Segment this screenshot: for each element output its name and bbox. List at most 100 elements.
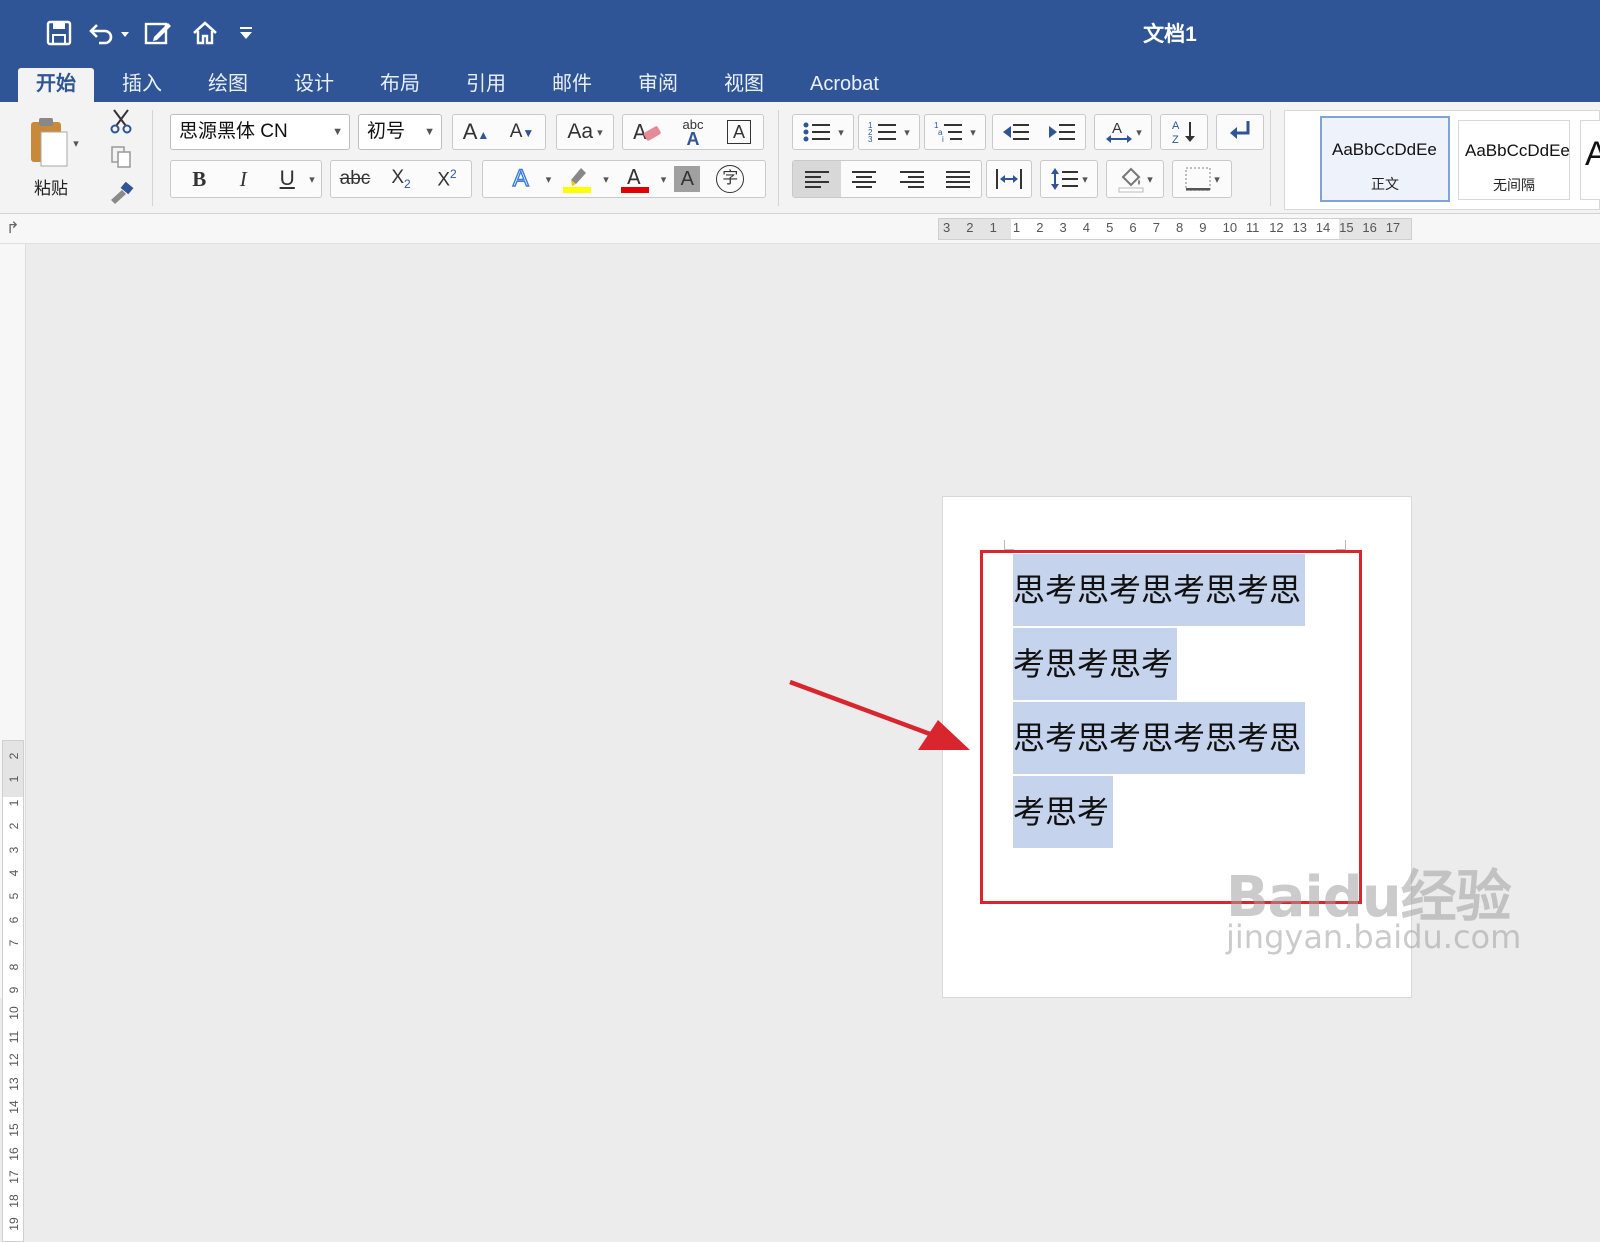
ribbon-home: ▾ 粘贴 思源黑体 CN ▼ 初号 ▼ A▲ A▼ Aa ▾ A abc A A B [0, 102, 1600, 214]
strikethrough-button[interactable]: abc [332, 168, 378, 190]
paste-dropdown-icon[interactable]: ▾ [73, 137, 79, 150]
style-heading-partial[interactable]: A [1580, 120, 1600, 200]
ruler-number: 14 [1315, 220, 1331, 235]
align-right-icon [899, 171, 924, 188]
paste-button[interactable]: ▾ [18, 112, 88, 174]
numbering-button[interactable]: 123 ▾ [858, 114, 920, 150]
ruler-number: 17 [1385, 220, 1401, 235]
align-left-button[interactable] [793, 161, 841, 197]
enclose-char-label: 字 [716, 165, 745, 193]
svg-text:A: A [1172, 120, 1180, 132]
ruler-number: 8 [1176, 220, 1184, 235]
tab-acrobat[interactable]: Acrobat [792, 68, 897, 102]
char-shading-button[interactable]: A [666, 166, 708, 192]
horizontal-ruler[interactable]: 3 2 1 1 2 3 4 5 6 7 8 9 10 11 12 13 14 15 16 17 [938, 218, 1412, 240]
font-size-select[interactable]: 初号 ▼ [358, 114, 442, 150]
home-icon[interactable] [186, 16, 224, 50]
tab-layout[interactable]: 布局 [362, 68, 438, 102]
tab-review[interactable]: 审阅 [620, 68, 696, 102]
chevron-down-icon: ▼ [332, 126, 343, 138]
superscript-button[interactable]: X2 [424, 167, 470, 191]
justify-button[interactable] [936, 170, 982, 188]
style-sample: AaBbCcDdEe [1332, 140, 1437, 159]
highlighter-icon [563, 168, 592, 193]
ruler-number: 19 [7, 1217, 21, 1231]
clear-format-button[interactable]: A [624, 119, 670, 145]
align-right-button[interactable] [888, 170, 936, 188]
tab-references[interactable]: 引用 [448, 68, 524, 102]
underline-button[interactable]: U [265, 167, 309, 191]
increase-indent-button[interactable] [1039, 121, 1085, 143]
line-spacing-icon [1051, 168, 1079, 190]
align-center-icon [852, 171, 877, 188]
shading-button[interactable]: ▾ [1106, 160, 1164, 198]
underline-dropdown-icon[interactable]: ▾ [309, 173, 315, 186]
ruler-number: 8 [7, 963, 21, 970]
enclose-char-button[interactable]: 字 [708, 165, 752, 193]
undo-icon[interactable] [86, 16, 132, 50]
spelling-button[interactable]: abc A [670, 118, 716, 149]
char-shading-label: A [674, 166, 701, 192]
ruler-number: 18 [7, 1193, 21, 1208]
title-bar: 文档1 [0, 0, 1600, 64]
grow-font-button[interactable]: A▲ [453, 119, 499, 145]
tab-mailings[interactable]: 邮件 [534, 68, 610, 102]
font-tools-group: A abc A A [622, 114, 764, 150]
format-group-1: B I U ▾ [170, 160, 322, 198]
ruler-number: 9 [7, 986, 21, 994]
edit-document-icon[interactable] [140, 16, 178, 50]
highlight-button[interactable] [551, 164, 603, 194]
ruler-number: 13 [1292, 220, 1307, 235]
ruler-number: 2 [7, 752, 21, 760]
tab-draw[interactable]: 绘图 [190, 68, 266, 102]
paintbrush-icon [111, 182, 134, 204]
font-color-button[interactable]: A [609, 164, 661, 194]
style-name: 正文 [1371, 176, 1399, 192]
distributed-button[interactable] [986, 160, 1032, 198]
style-no-spacing[interactable]: AaBbCcDdEe 无间隔 [1458, 120, 1570, 200]
cut-button[interactable] [106, 106, 136, 136]
font-name-select[interactable]: 思源黑体 CN ▼ [170, 114, 350, 150]
text-border-button[interactable]: A [716, 120, 762, 144]
text-direction-button[interactable]: A ▾ [1094, 114, 1152, 150]
ruler-number: 3 [943, 220, 951, 235]
vertical-ruler[interactable]: 2 1 1 2 3 4 5 6 7 8 9 10 11 12 13 14 15 16 17 18 19 [2, 740, 24, 1242]
ruler-number: 1 [1012, 220, 1021, 235]
tab-home[interactable]: 开始 [18, 68, 94, 102]
ruler-number: 3 [1059, 220, 1067, 235]
change-case-button[interactable]: Aa ▾ [556, 114, 614, 150]
text-effects-button[interactable]: A [496, 164, 546, 193]
font-name-value: 思源黑体 CN [179, 121, 288, 142]
save-icon[interactable] [40, 16, 78, 50]
style-normal[interactable]: AaBbCcDdEe 正文 [1320, 116, 1450, 202]
copy-button[interactable] [106, 142, 136, 172]
align-center-button[interactable] [841, 170, 889, 188]
bullets-button[interactable]: ▾ [792, 114, 854, 150]
horizontal-ruler-row: ↱ 3 2 1 1 2 3 4 5 6 7 8 9 10 11 12 13 14 15 16 17 [0, 214, 1600, 244]
decrease-indent-button[interactable] [993, 121, 1039, 143]
italic-button[interactable]: I [221, 167, 265, 192]
tab-design[interactable]: 设计 [276, 68, 352, 102]
style-sample: AaBbCcDdEe [1465, 141, 1570, 160]
chevron-down-icon: ▼ [424, 126, 435, 138]
borders-button[interactable]: ▾ [1172, 160, 1232, 198]
multilevel-list-button[interactable]: 1ai ▾ [924, 114, 986, 150]
ruler-number: 7 [1152, 220, 1160, 235]
annotation-box [980, 550, 1362, 904]
format-painter-button[interactable] [106, 178, 136, 208]
ruler-number: 15 [1339, 220, 1354, 235]
subscript-button[interactable]: X2 [378, 167, 424, 191]
sort-button[interactable]: AZ [1160, 114, 1208, 150]
tab-insert[interactable]: 插入 [104, 68, 180, 102]
show-marks-button[interactable] [1216, 114, 1264, 150]
line-spacing-button[interactable]: ▾ [1040, 160, 1098, 198]
tab-stop-icon[interactable]: ↱ [6, 218, 19, 238]
customize-icon[interactable] [232, 16, 260, 50]
shrink-font-button[interactable]: A▼ [499, 121, 545, 143]
separator [1270, 110, 1271, 206]
margin-corner [1004, 540, 1014, 550]
distributed-icon [996, 169, 1022, 189]
tab-view[interactable]: 视图 [706, 68, 782, 102]
indent-icon [1049, 124, 1075, 140]
bold-button[interactable]: B [177, 167, 221, 192]
